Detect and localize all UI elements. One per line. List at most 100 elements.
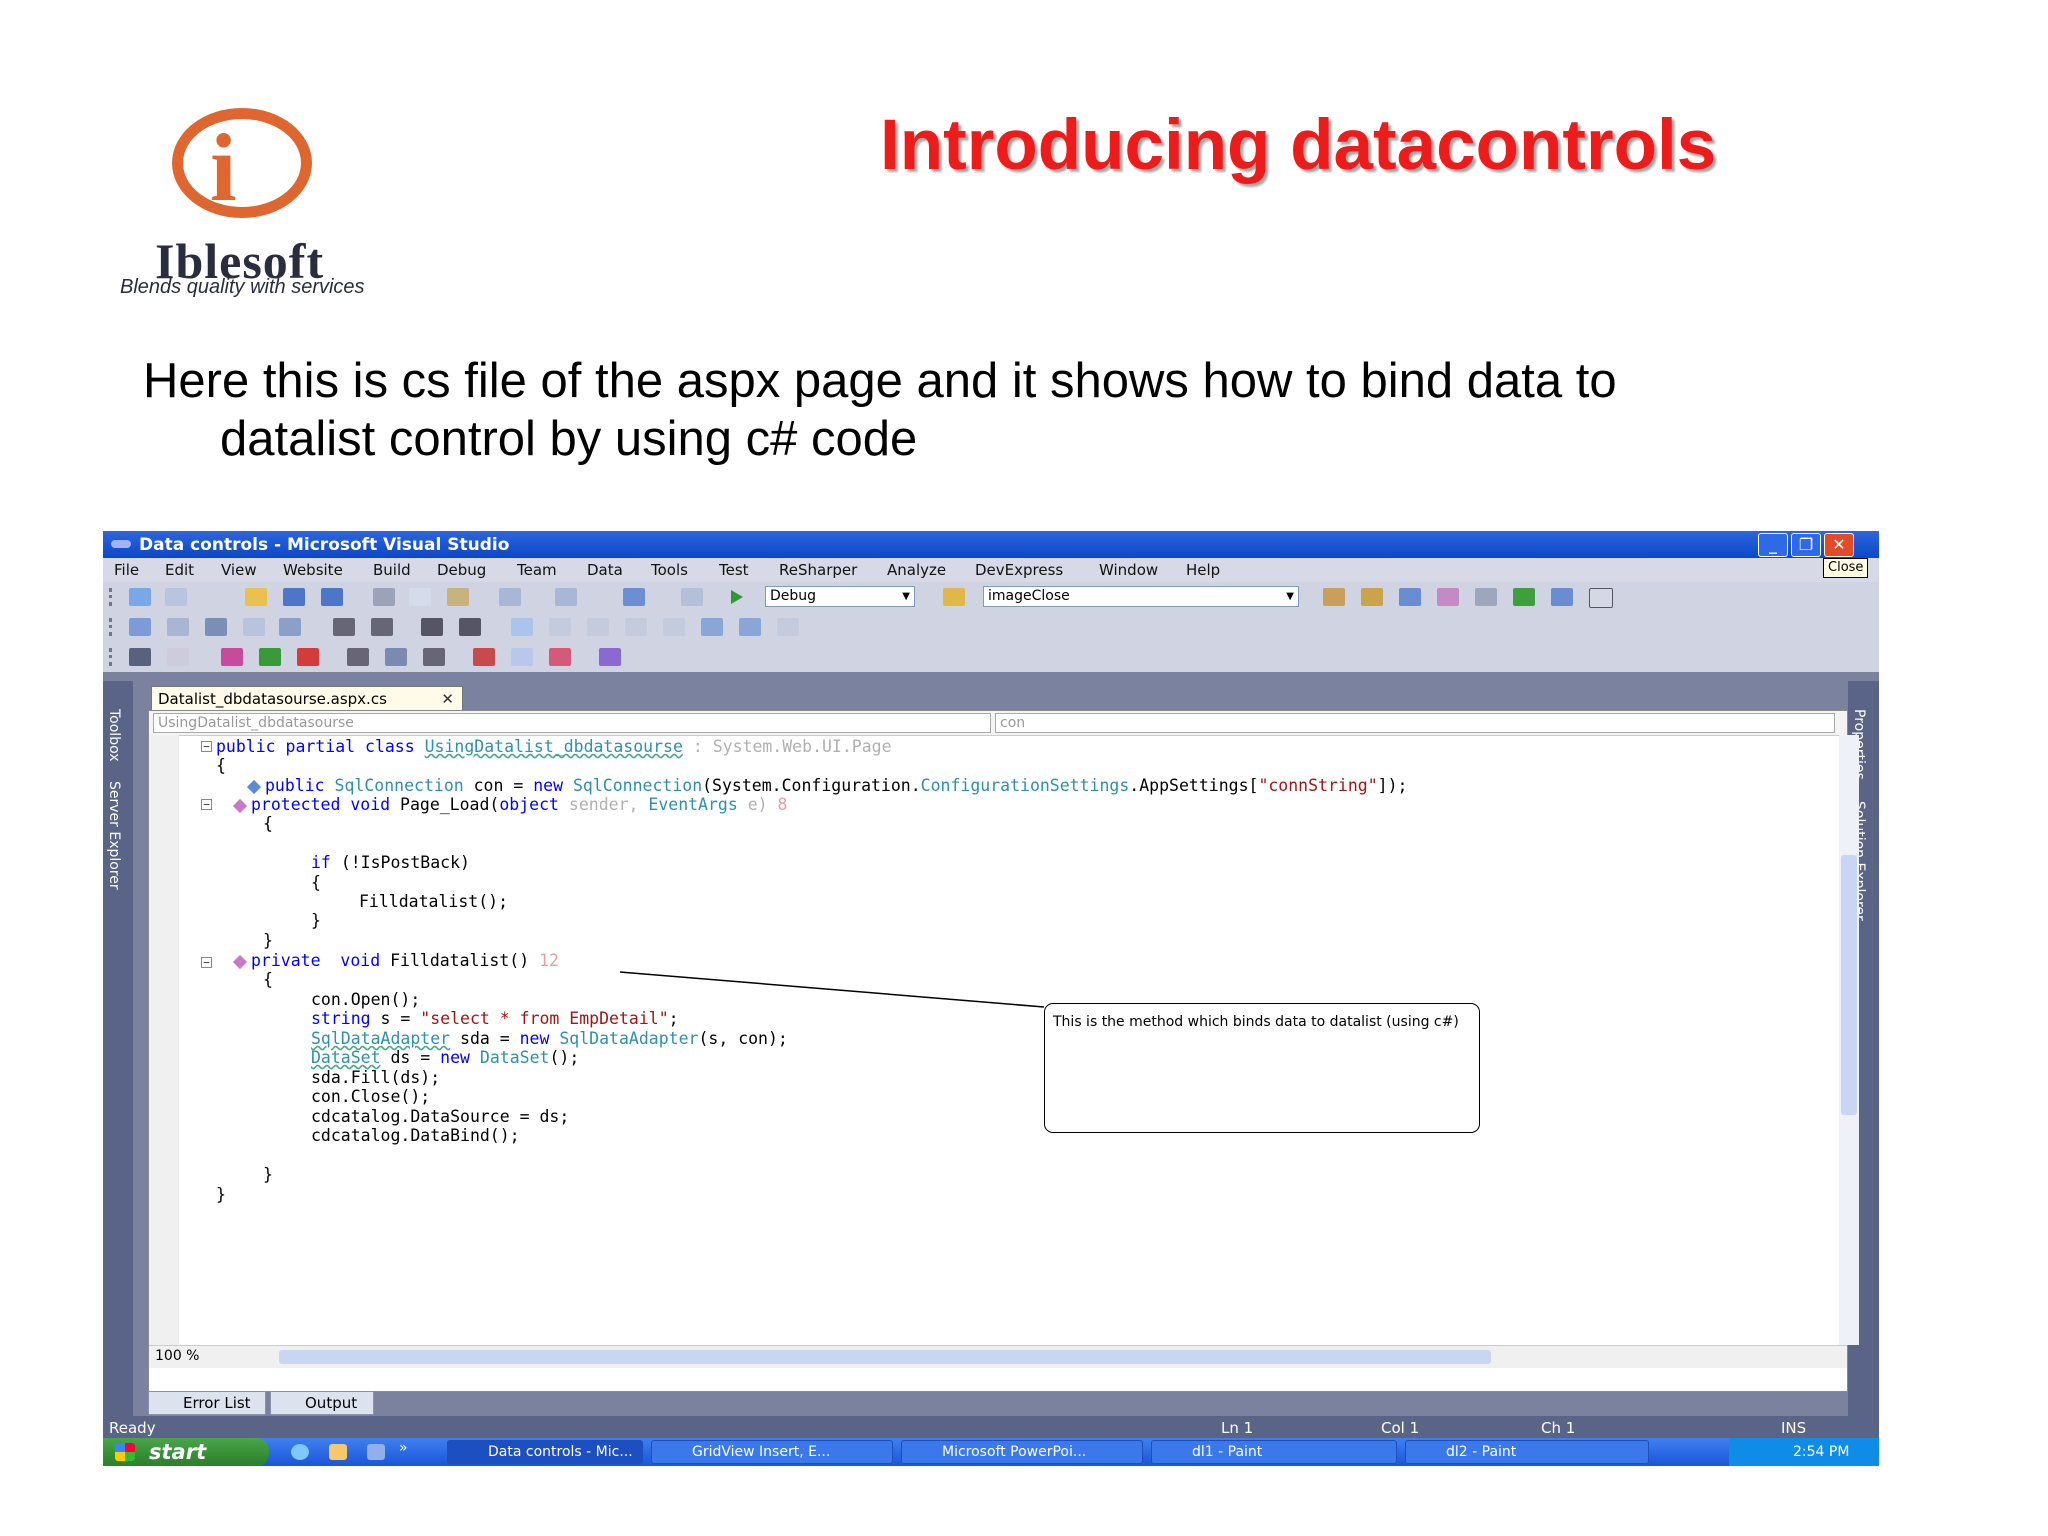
menu-team[interactable]: Team <box>517 561 557 579</box>
window-titlebar[interactable]: Data controls - Microsoft Visual Studio … <box>103 531 1879 558</box>
collapse-icon[interactable]: − <box>201 799 212 810</box>
copy-icon[interactable] <box>409 588 431 606</box>
bookmark-icon[interactable] <box>511 618 533 636</box>
server-explorer-icon[interactable] <box>1513 588 1535 606</box>
spell-check-icon[interactable] <box>167 648 189 666</box>
comment-icon[interactable] <box>421 618 443 636</box>
increase-indent-icon[interactable] <box>423 648 445 666</box>
next-bookmark-icon[interactable] <box>587 618 609 636</box>
toolbox-tab[interactable]: Toolbox <box>106 709 122 762</box>
navigate-backward-icon[interactable] <box>623 588 645 606</box>
prev-bookmark-doc-icon[interactable] <box>701 618 723 636</box>
prev-bookmark-folder-icon[interactable] <box>625 618 647 636</box>
toolbar-grip[interactable] <box>109 618 115 636</box>
menu-help[interactable]: Help <box>1186 561 1220 579</box>
comment-bubble-icon[interactable] <box>511 648 533 666</box>
open-folder-icon[interactable] <box>245 588 267 606</box>
align-centers-icon[interactable] <box>167 618 189 636</box>
redo-icon[interactable] <box>555 588 577 606</box>
close-button[interactable]: ✕ <box>1824 533 1854 557</box>
decrease-indent-icon[interactable] <box>385 648 407 666</box>
tools-icon[interactable] <box>1475 588 1497 606</box>
solution-config-dropdown[interactable]: Debug ▼ <box>765 586 915 607</box>
command-window-icon[interactable] <box>1589 588 1613 608</box>
outdent-icon[interactable] <box>371 618 393 636</box>
menu-window[interactable]: Window <box>1099 561 1158 579</box>
start-debugging-icon[interactable] <box>731 590 743 604</box>
vertical-scroll-thumb[interactable] <box>1841 855 1857 1115</box>
clear-bookmarks-icon[interactable] <box>777 618 799 636</box>
vertical-scrollbar[interactable] <box>1839 735 1859 1345</box>
save-icon[interactable] <box>283 588 305 606</box>
document-tab[interactable]: Datalist_dbdatasourse.aspx.cs ✕ <box>151 686 463 710</box>
make-same-size-icon[interactable] <box>243 618 265 636</box>
task-paint-dl2[interactable]: dl2 - Paint <box>1405 1440 1649 1464</box>
next-bookmark-folder-icon[interactable] <box>663 618 685 636</box>
zoom-level[interactable]: 100 % <box>155 1348 199 1364</box>
paste-icon[interactable] <box>447 588 469 606</box>
format-icon[interactable] <box>129 648 151 666</box>
align-lefts-icon[interactable] <box>129 618 151 636</box>
menu-edit[interactable]: Edit <box>165 561 194 579</box>
uncomment-icon[interactable] <box>459 618 481 636</box>
desktop-icon[interactable] <box>367 1444 385 1460</box>
find-symbol-icon[interactable] <box>1323 588 1345 606</box>
outlook-icon[interactable] <box>329 1444 347 1460</box>
find-in-files-icon[interactable] <box>943 588 965 606</box>
bulleted-list-icon[interactable] <box>347 648 369 666</box>
next-bookmark-doc-icon[interactable] <box>739 618 761 636</box>
task-gridview[interactable]: GridView Insert, E... <box>651 1440 893 1464</box>
close-tab-icon[interactable]: ✕ <box>441 687 454 711</box>
class-view-icon[interactable] <box>1437 588 1459 606</box>
new-project-icon[interactable] <box>129 588 151 606</box>
collapse-icon[interactable]: − <box>201 957 212 968</box>
quick-launch-expand[interactable]: » <box>399 1440 408 1456</box>
menu-build[interactable]: Build <box>373 561 411 579</box>
minimize-button[interactable]: _ <box>1758 533 1788 557</box>
menu-debug[interactable]: Debug <box>437 561 486 579</box>
menu-resharper[interactable]: ReSharper <box>779 561 857 579</box>
class-dropdown[interactable]: UsingDatalist_dbdatasourse <box>153 713 991 733</box>
error-list-tab[interactable]: Error List <box>148 1391 266 1415</box>
menu-website[interactable]: Website <box>283 561 343 579</box>
toolbox-icon[interactable] <box>1551 588 1573 606</box>
navigate-forward-icon[interactable] <box>681 588 703 606</box>
script-icon[interactable] <box>549 648 571 666</box>
menu-file[interactable]: File <box>114 561 139 579</box>
properties-icon[interactable] <box>1361 588 1383 606</box>
delete-element-icon[interactable] <box>221 648 243 666</box>
indent-icon[interactable] <box>333 618 355 636</box>
add-item-icon[interactable] <box>165 588 187 606</box>
prev-bookmark-icon[interactable] <box>549 618 571 636</box>
menu-view[interactable]: View <box>221 561 257 579</box>
size-to-grid-icon[interactable] <box>279 618 301 636</box>
task-visual-studio[interactable]: Data controls - Mic... <box>447 1440 643 1464</box>
insert-element-icon[interactable] <box>259 648 281 666</box>
output-tab[interactable]: Output <box>270 1391 374 1415</box>
start-button[interactable]: start <box>103 1438 269 1466</box>
maximize-button[interactable]: ❐ <box>1791 533 1821 557</box>
collapse-icon[interactable]: − <box>201 741 212 752</box>
undo-icon[interactable] <box>499 588 521 606</box>
save-all-icon[interactable] <box>321 588 343 606</box>
member-dropdown[interactable]: con <box>995 713 1835 733</box>
menu-tools[interactable]: Tools <box>651 561 688 579</box>
align-rights-icon[interactable] <box>205 618 227 636</box>
task-paint-dl1[interactable]: dl1 - Paint <box>1151 1440 1397 1464</box>
highlight-icon[interactable] <box>473 648 495 666</box>
server-explorer-tab[interactable]: Server Explorer <box>106 781 122 890</box>
toolbar-grip[interactable] <box>109 648 115 666</box>
menu-test[interactable]: Test <box>719 561 749 579</box>
task-powerpoint[interactable]: Microsoft PowerPoi... <box>901 1440 1143 1464</box>
toolbar-grip[interactable] <box>109 588 115 606</box>
object-browser-icon[interactable] <box>1399 588 1421 606</box>
cut-icon[interactable] <box>373 588 395 606</box>
menu-data[interactable]: Data <box>587 561 623 579</box>
internet-explorer-icon[interactable] <box>291 1444 309 1460</box>
numbering-icon[interactable] <box>297 648 319 666</box>
horizontal-scroll-thumb[interactable] <box>279 1350 1491 1364</box>
menu-analyze[interactable]: Analyze <box>887 561 946 579</box>
resharper-icon[interactable] <box>599 648 621 666</box>
find-dropdown[interactable]: imageClose ▼ <box>983 586 1299 607</box>
menu-devexpress[interactable]: DevExpress <box>975 561 1063 579</box>
